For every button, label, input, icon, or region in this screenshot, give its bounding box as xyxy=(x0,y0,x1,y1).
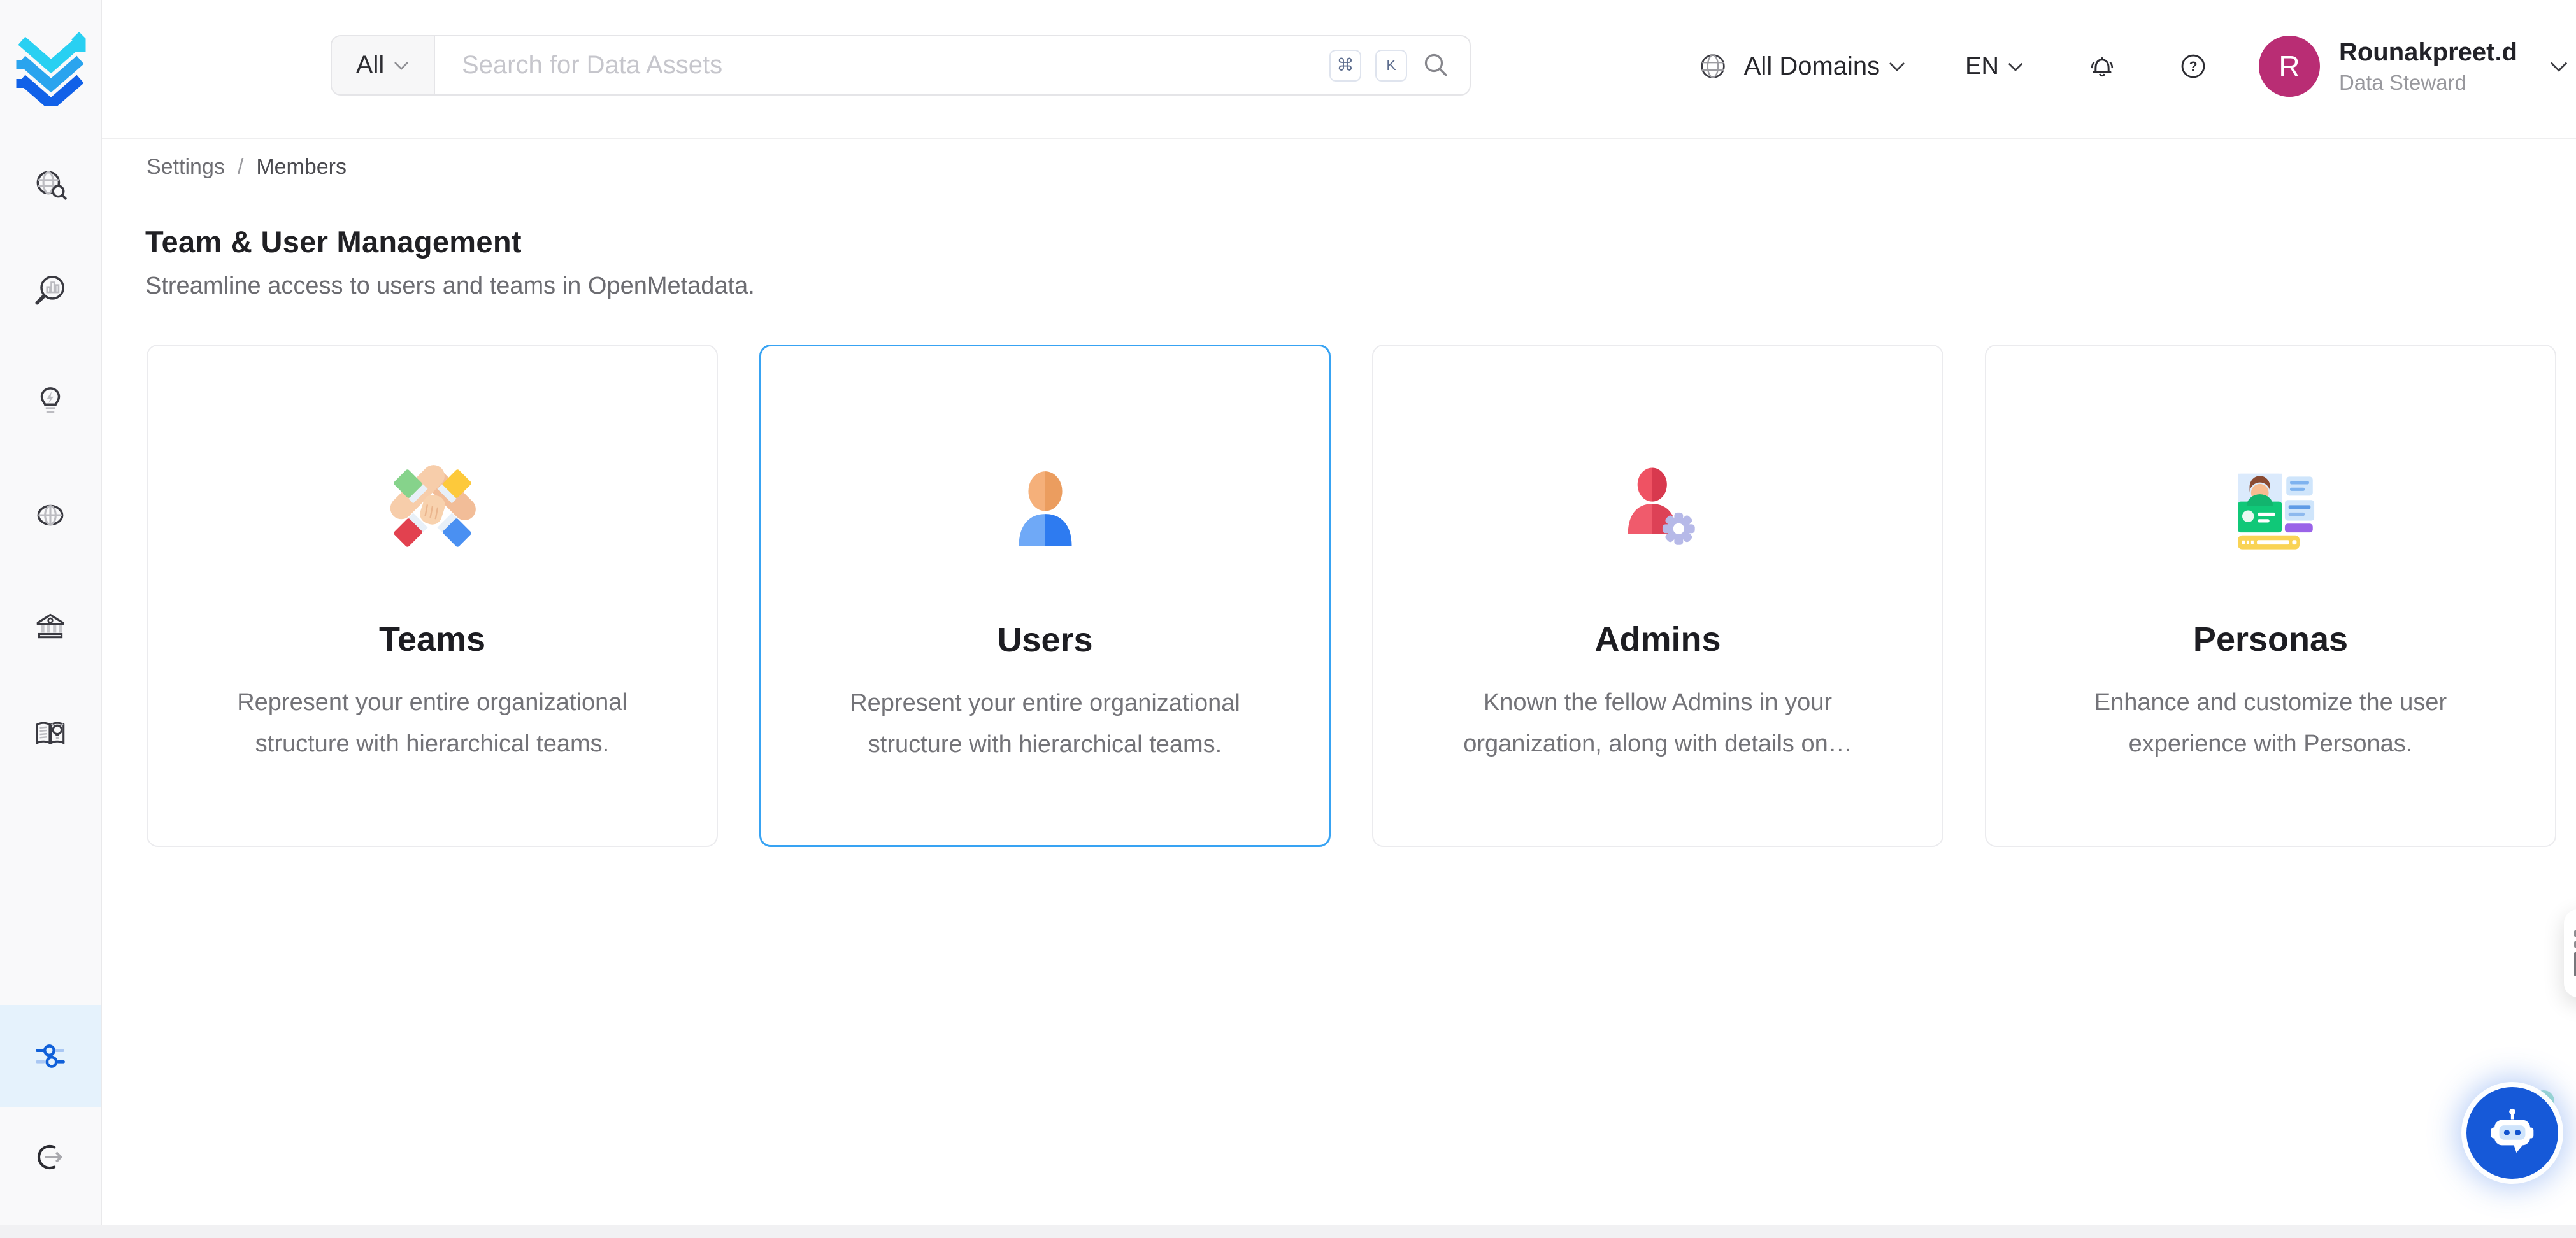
globe-search-icon xyxy=(32,166,69,203)
svg-text:?: ? xyxy=(2189,59,2197,74)
logout-arrow-icon xyxy=(32,1139,69,1176)
sidebar-item-insights[interactable] xyxy=(0,364,101,434)
k-key-badge: K xyxy=(1375,50,1407,82)
open-book-bulb-icon xyxy=(32,713,69,750)
user-menu[interactable]: R Rounakpreet.d Data Steward xyxy=(2259,36,2570,97)
chevron-down-icon xyxy=(2007,60,2024,73)
card-description: Represent your entire organizational str… xyxy=(761,683,1329,766)
domain-selector[interactable]: All Domains xyxy=(1696,49,1907,83)
persona-badge-icon xyxy=(2223,460,2319,556)
card-description: Represent your entire organizational str… xyxy=(148,682,717,765)
card-personas[interactable]: Personas Enhance and customize the user … xyxy=(1985,345,2556,847)
language-label: EN xyxy=(1965,53,1999,80)
globe-grid-icon xyxy=(32,497,69,534)
breadcrumb: Settings / Members xyxy=(147,155,347,180)
admin-gear-icon xyxy=(1610,460,1706,556)
bottom-strip xyxy=(0,1225,2576,1238)
search-scope-dropdown[interactable]: All xyxy=(332,36,435,94)
card-title: Admins xyxy=(1594,620,1721,659)
left-sidebar xyxy=(0,0,102,1225)
chat-bot-button[interactable] xyxy=(2466,1087,2558,1179)
sidebar-item-domains[interactable] xyxy=(0,480,101,550)
avatar: R xyxy=(2259,36,2320,97)
card-users[interactable]: Users Represent your entire organization… xyxy=(759,345,1331,847)
help-circle-icon: ? xyxy=(2177,50,2209,82)
search-icon[interactable] xyxy=(1421,51,1450,80)
breadcrumb-members: Members xyxy=(256,155,347,180)
page-subtitle: Streamline access to users and teams in … xyxy=(145,273,755,300)
sliders-icon xyxy=(32,1037,69,1074)
card-admins[interactable]: Admins Known the fellow Admins in your o… xyxy=(1372,345,1943,847)
chevron-down-icon xyxy=(1887,60,1907,73)
language-selector[interactable]: EN xyxy=(1965,53,2024,80)
search-input[interactable] xyxy=(462,51,1315,80)
magnifier-chart-icon xyxy=(32,273,69,310)
global-search-bar: All ⌘ K xyxy=(331,35,1471,96)
breadcrumb-settings[interactable]: Settings xyxy=(147,155,225,180)
sidebar-item-observability[interactable] xyxy=(0,256,101,326)
user-role: Data Steward xyxy=(2339,71,2517,95)
card-description: Enhance and customize the user experienc… xyxy=(1986,682,2555,765)
user-name: Rounakpreet.d xyxy=(2339,38,2517,67)
user-person-icon xyxy=(998,461,1093,557)
search-input-area: ⌘ K xyxy=(435,36,1470,94)
sidebar-item-knowledge[interactable] xyxy=(0,697,101,767)
openmetadata-app: All ⌘ K xyxy=(0,0,2576,1238)
topbar-right-cluster: All Domains EN xyxy=(1696,0,2570,132)
card-description: Known the fellow Admins in your organiza… xyxy=(1373,682,1942,765)
teams-hands-icon xyxy=(385,460,480,556)
management-cards: Teams Represent your entire organization… xyxy=(147,345,2556,847)
breadcrumb-separator: / xyxy=(238,155,243,180)
card-teams[interactable]: Teams Represent your entire organization… xyxy=(147,345,718,847)
domain-selector-label: All Domains xyxy=(1744,52,1880,81)
bell-icon xyxy=(2086,50,2119,83)
lightbulb-bolt-icon xyxy=(32,381,69,418)
bank-icon xyxy=(32,606,69,643)
sidebar-item-logout[interactable] xyxy=(0,1122,101,1192)
sidebar-item-settings[interactable] xyxy=(0,1005,101,1107)
card-title: Users xyxy=(997,620,1092,660)
top-header: All ⌘ K xyxy=(102,0,2576,139)
sidebar-item-governance[interactable] xyxy=(0,590,101,660)
user-names: Rounakpreet.d Data Steward xyxy=(2339,38,2517,95)
help-button[interactable]: ? xyxy=(2177,50,2209,82)
globe-icon xyxy=(1696,49,1730,83)
notifications-button[interactable] xyxy=(2086,50,2119,83)
sidebar-item-explore[interactable] xyxy=(0,150,101,220)
chevron-down-icon xyxy=(393,60,410,71)
chevron-down-icon xyxy=(2548,59,2570,73)
card-title: Personas xyxy=(2193,620,2348,659)
cmd-key-badge: ⌘ xyxy=(1329,50,1361,82)
right-edge-widget-handle[interactable] xyxy=(2564,909,2576,997)
robot-icon xyxy=(2485,1106,2540,1160)
openmetadata-logo[interactable] xyxy=(13,27,89,106)
page-title: Team & User Management xyxy=(145,224,522,259)
card-title: Teams xyxy=(379,620,485,659)
search-scope-label: All xyxy=(356,51,384,80)
